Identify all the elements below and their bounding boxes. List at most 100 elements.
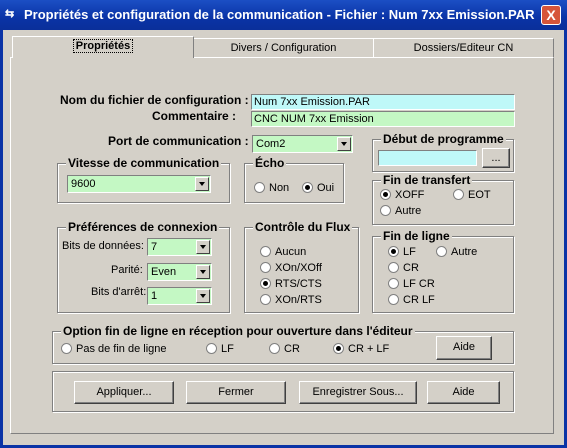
config-file-field[interactable]: Num 7xx Emission.PAR — [251, 94, 515, 110]
radio-label: CR — [403, 262, 419, 274]
line-end-cr-lf-radio[interactable]: CR LF — [388, 294, 435, 308]
rx-cr-radio[interactable]: CR — [269, 343, 300, 357]
transfer-end-eot-radio[interactable]: EOT — [453, 189, 491, 203]
tab-label: Propriétés — [72, 39, 134, 53]
speed-group-title: Vitesse de communication — [66, 156, 222, 170]
data-bits-select[interactable]: 7 — [147, 238, 212, 256]
echo-oui-radio[interactable]: Oui — [302, 182, 334, 196]
radio-indicator — [260, 246, 271, 257]
radio-label: Aucun — [275, 246, 307, 258]
radio-label: LF — [403, 246, 416, 258]
flow-aucun-radio[interactable]: Aucun — [260, 246, 306, 260]
parity-select[interactable]: Even — [147, 263, 212, 281]
port-select[interactable]: Com2 — [252, 135, 353, 153]
radio-indicator — [61, 343, 72, 354]
radio-indicator — [388, 278, 399, 289]
radio-indicator — [302, 182, 313, 193]
help-button[interactable]: Aide — [427, 381, 500, 404]
parity-label: Parité: — [111, 264, 143, 276]
close-dialog-button[interactable]: Fermer — [186, 381, 286, 404]
close-button[interactable]: X — [541, 5, 561, 25]
line-end-title: Fin de ligne — [381, 229, 452, 243]
radio-indicator — [388, 294, 399, 305]
echo-group-title: Écho — [253, 156, 287, 170]
rx-help-button[interactable]: Aide — [436, 336, 492, 360]
speed-value: 9600 — [71, 178, 96, 190]
transfer-end-title: Fin de transfert — [381, 173, 473, 187]
tab-divers-configuration[interactable]: Divers / Configuration — [193, 38, 374, 57]
browse-button[interactable]: ... — [482, 148, 510, 168]
title-bar: ⇆ Propriétés et configuration de la comm… — [0, 0, 567, 30]
radio-label: EOT — [468, 189, 491, 201]
line-end-lf-cr-radio[interactable]: LF CR — [388, 278, 435, 292]
radio-label: RTS/CTS — [275, 278, 322, 290]
comment-field[interactable]: CNC NUM 7xx Emission — [251, 111, 515, 127]
radio-label: XOn/RTS — [275, 294, 322, 306]
tab-dossiers-editeur[interactable]: Dossiers/Editeur CN — [373, 38, 554, 57]
chevron-down-icon[interactable] — [195, 177, 209, 191]
line-end-autre-radio[interactable]: Autre — [436, 246, 477, 260]
config-file-label: Nom du fichier de configuration : — [60, 93, 249, 107]
radio-label: XOFF — [395, 189, 425, 201]
radio-indicator — [260, 262, 271, 273]
radio-indicator — [206, 343, 217, 354]
transfer-end-xoff-radio[interactable]: XOFF — [380, 189, 424, 203]
stop-bits-select[interactable]: 1 — [147, 287, 212, 305]
radio-label: LF CR — [403, 278, 435, 290]
rx-line-end-title: Option fin de ligne en réception pour ou… — [61, 324, 415, 338]
apply-button[interactable]: Appliquer... — [74, 381, 174, 404]
radio-label: Non — [269, 182, 290, 194]
transfer-end-autre-radio[interactable]: Autre — [380, 205, 421, 219]
radio-label: Pas de fin de ligne — [76, 343, 167, 355]
rx-cr-lf-radio[interactable]: CR + LF — [333, 343, 389, 357]
radio-indicator — [388, 262, 399, 273]
chevron-down-icon[interactable] — [337, 137, 351, 151]
communication-icon: ⇆ — [5, 8, 15, 20]
flow-rts-cts-radio[interactable]: RTS/CTS — [260, 278, 322, 292]
flow-xon-xoff-radio[interactable]: XOn/XOff — [260, 262, 322, 276]
data-bits-label: Bits de données: — [62, 240, 144, 252]
radio-indicator — [436, 246, 447, 257]
radio-indicator — [453, 189, 464, 200]
rx-no-line-end-radio[interactable]: Pas de fin de ligne — [61, 343, 167, 357]
radio-indicator — [380, 205, 391, 216]
port-label: Port de communication : — [108, 134, 249, 148]
radio-indicator — [260, 294, 271, 305]
radio-label: Oui — [317, 182, 335, 194]
radio-indicator — [333, 343, 344, 354]
stop-bits-value: 1 — [151, 290, 158, 302]
save-as-button[interactable]: Enregistrer Sous... — [299, 381, 417, 404]
flow-control-title: Contrôle du Flux — [253, 220, 353, 234]
radio-indicator — [269, 343, 280, 354]
tab-label: Dossiers/Editeur CN — [413, 42, 514, 54]
radio-indicator — [260, 278, 271, 289]
tab-label: Divers / Configuration — [230, 42, 337, 54]
radio-label: Autre — [451, 246, 478, 258]
program-start-field[interactable] — [378, 150, 477, 166]
echo-non-radio[interactable]: Non — [254, 182, 289, 196]
connection-group-title: Préférences de connexion — [66, 220, 220, 234]
rx-lf-radio[interactable]: LF — [206, 343, 234, 357]
parity-value: Even — [151, 266, 177, 278]
chevron-down-icon[interactable] — [196, 240, 210, 254]
radio-indicator — [388, 246, 399, 257]
program-start-title: Début de programme — [381, 132, 506, 146]
chevron-down-icon[interactable] — [196, 289, 210, 303]
port-value: Com2 — [256, 138, 286, 150]
radio-label: CR LF — [403, 294, 435, 306]
window-title: Propriétés et configuration de la commun… — [24, 7, 535, 22]
radio-label: XOn/XOff — [275, 262, 322, 274]
line-end-lf-radio[interactable]: LF — [388, 246, 416, 260]
chevron-down-icon[interactable] — [196, 265, 210, 279]
flow-xon-rts-radio[interactable]: XOn/RTS — [260, 294, 322, 308]
tab-proprietes[interactable]: Propriétés — [12, 36, 194, 58]
radio-label: LF — [221, 343, 234, 355]
radio-indicator — [380, 189, 391, 200]
speed-select[interactable]: 9600 — [67, 175, 211, 193]
line-end-cr-radio[interactable]: CR — [388, 262, 419, 276]
radio-indicator — [254, 182, 265, 193]
stop-bits-label: Bits d'arrêt: — [91, 286, 147, 298]
radio-label: CR + LF — [348, 343, 390, 355]
radio-label: Autre — [395, 205, 422, 217]
comment-label: Commentaire : — [152, 109, 237, 123]
